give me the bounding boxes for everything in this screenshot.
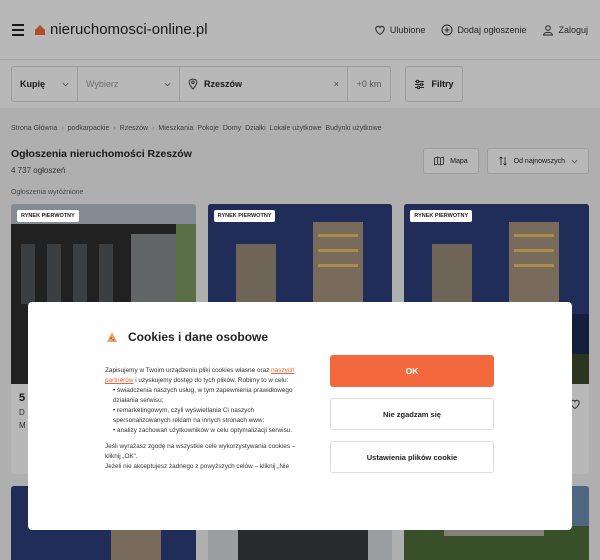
market-badge: RYNEK PIERWOTNY (213, 210, 276, 222)
purposes-list: świadczenia naszych usług, w tym zapewni… (105, 386, 296, 436)
market-badge: RYNEK PIERWOTNY (17, 210, 79, 222)
accept-cookies-button[interactable]: OK (330, 355, 494, 387)
intro-text-end: i uzyskujemy dostęp do tych plików. Robi… (133, 376, 289, 384)
purpose-item: świadczenia naszych usług, w tym zapewni… (113, 386, 296, 406)
purpose-item: remarketingowym, czyli wyświetlania Ci n… (113, 406, 296, 426)
modal-description: Zapisujemy w Twoim urządzeniu pliki cook… (105, 366, 296, 472)
purpose-item: analizy zachowań użytkowników w celu opt… (113, 426, 296, 436)
intro-text: Zapisujemy w Twoim urządzeniu pliki cook… (105, 367, 272, 374)
consent-text: Jeśli wyrażasz zgodę na wszystkie cele w… (105, 443, 296, 461)
cookie-consent-modal: Cookies i dane osobowe Zapisujemy w Twoi… (28, 302, 572, 530)
cookie-settings-button[interactable]: Ustawienia plików cookie (330, 441, 494, 473)
cookie-icon (107, 332, 117, 342)
modal-title: Cookies i dane osobowe (128, 330, 269, 344)
reject-cookies-button[interactable]: Nie zgadzam się (330, 398, 494, 430)
reject-text: Jeżeli nie akceptujesz żadnego z powyższ… (105, 463, 289, 471)
market-badge: RYNEK PIERWOTNY (410, 210, 473, 222)
